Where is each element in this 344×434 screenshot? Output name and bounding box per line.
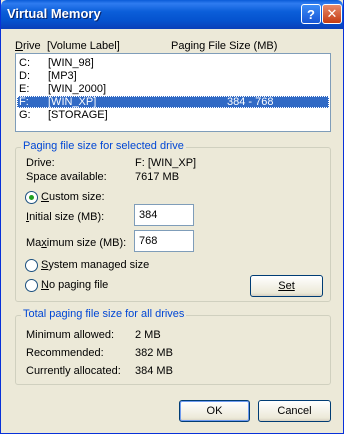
- header-drive-mnemonic: D: [15, 40, 23, 52]
- header-drive: Drive: [15, 40, 41, 52]
- recommended-label: Recommended:: [26, 347, 104, 359]
- paging-size: 384 - 768: [227, 96, 274, 108]
- set-button-label: Set: [278, 280, 295, 292]
- currently-allocated-label: Currently allocated:: [26, 365, 121, 377]
- ok-button-label: OK: [206, 405, 223, 417]
- close-button[interactable]: ✕: [322, 4, 342, 24]
- system-managed-label[interactable]: System managed size: [41, 259, 149, 271]
- cancel-button-label: Cancel: [277, 405, 312, 417]
- selected-drive-group-title: Paging file size for selected drive: [21, 140, 186, 152]
- drive-letter: F:: [19, 96, 29, 108]
- currently-allocated-value: 384 MB: [135, 365, 173, 377]
- initial-size-input[interactable]: 384: [134, 204, 194, 226]
- no-paging-rest: o paging file: [48, 279, 109, 291]
- all-drives-group-title: Total paging file size for all drives: [21, 308, 187, 320]
- system-managed-rest: ystem managed size: [48, 259, 150, 271]
- help-icon: ?: [307, 6, 315, 22]
- header-paging-size: Paging File Size (MB): [171, 40, 278, 52]
- drive-row[interactable]: G: [STORAGE]: [17, 109, 329, 121]
- ok-button[interactable]: OK: [179, 400, 250, 422]
- volume-label: [WIN_2000]: [48, 83, 107, 95]
- no-paging-label[interactable]: No paging file: [41, 279, 108, 291]
- window-title: Virtual Memory: [7, 6, 101, 21]
- drive-row[interactable]: D: [MP3]: [17, 70, 329, 82]
- volume-label: [STORAGE]: [48, 109, 108, 121]
- drive-letter: E:: [19, 83, 30, 95]
- drive-value: F: [WIN_XP]: [135, 157, 197, 169]
- custom-size-rest: ustom size:: [48, 191, 105, 203]
- cancel-button[interactable]: Cancel: [258, 400, 331, 422]
- drive-row[interactable]: C: [WIN_98]: [17, 57, 329, 69]
- initial-size-label: Initial size (MB):: [26, 211, 104, 223]
- recommended-value: 382 MB: [135, 347, 173, 359]
- space-available-value: 7617 MB: [135, 171, 180, 183]
- header-drive-rest: rive: [22, 40, 41, 52]
- drive-list[interactable]: C: [WIN_98] D: [MP3] E: [WIN_2000] F: [W…: [15, 53, 331, 132]
- close-icon: ✕: [326, 6, 338, 21]
- drive-letter: C:: [19, 57, 30, 69]
- virtual-memory-dialog: Virtual Memory ? ✕ Drive [Volume Label] …: [0, 0, 344, 434]
- custom-size-radio[interactable]: [25, 191, 38, 204]
- help-button[interactable]: ?: [301, 4, 321, 24]
- custom-size-label[interactable]: Custom size:: [41, 191, 105, 203]
- drive-row[interactable]: E: [WIN_2000]: [17, 83, 329, 95]
- maximum-size-label: Maximum size (MB):: [26, 237, 126, 249]
- initial-size-rest: nitial size (MB):: [29, 211, 105, 223]
- custom-size-mnemonic: C: [41, 191, 49, 203]
- maximum-size-rest: imum size (MB):: [46, 237, 127, 249]
- no-paging-radio[interactable]: [25, 279, 38, 292]
- minimum-allowed-label: Minimum allowed:: [26, 329, 115, 341]
- drive-row-selected[interactable]: F: [WIN_XP] 384 - 768: [17, 96, 329, 108]
- set-button[interactable]: Set: [250, 275, 323, 297]
- header-volume-label: [Volume Label]: [47, 40, 120, 52]
- maximum-size-pre: Ma: [26, 237, 42, 249]
- drive-letter: D:: [19, 70, 30, 82]
- no-paging-mnemonic: N: [41, 279, 49, 291]
- minimum-allowed-value: 2 MB: [135, 329, 161, 341]
- title-bar[interactable]: Virtual Memory ? ✕: [1, 0, 343, 29]
- volume-label: [WIN_98]: [48, 57, 94, 69]
- space-available-label: Space available:: [26, 171, 107, 183]
- volume-label: [MP3]: [48, 70, 77, 82]
- system-managed-radio[interactable]: [25, 259, 38, 272]
- drive-letter: G:: [19, 109, 31, 121]
- maximum-size-input[interactable]: 768: [134, 230, 194, 252]
- drive-label: Drive:: [26, 157, 55, 169]
- volume-label: [WIN_XP]: [48, 96, 97, 108]
